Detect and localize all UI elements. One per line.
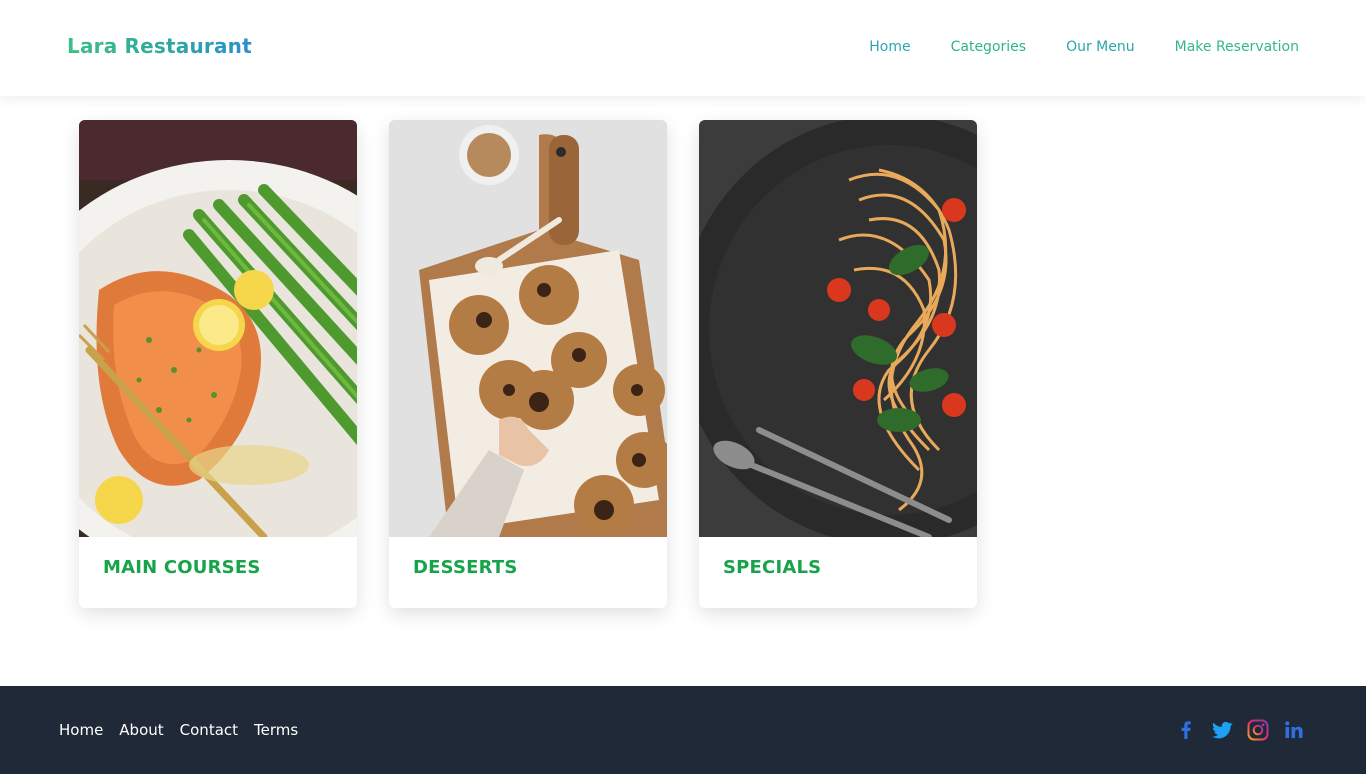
footer-home-link[interactable]: Home bbox=[59, 721, 103, 739]
twitter-icon[interactable] bbox=[1210, 718, 1234, 742]
instagram-icon[interactable] bbox=[1246, 718, 1270, 742]
social-links bbox=[1174, 718, 1306, 742]
nav-categories-link[interactable]: Categories bbox=[951, 39, 1026, 55]
category-title: DESSERTS bbox=[413, 557, 518, 578]
category-title: MAIN COURSES bbox=[103, 557, 261, 578]
category-card-main-courses[interactable]: MAIN COURSES bbox=[79, 120, 357, 608]
brand-logo[interactable]: Lara Restaurant bbox=[67, 34, 252, 58]
specials-image bbox=[699, 120, 977, 537]
footer-nav: Home About Contact Terms bbox=[59, 721, 298, 739]
nav-home-link[interactable]: Home bbox=[869, 39, 910, 55]
footer-contact-link[interactable]: Contact bbox=[180, 721, 238, 739]
site-footer: Home About Contact Terms bbox=[0, 686, 1366, 774]
desserts-image bbox=[389, 120, 667, 537]
category-card-specials[interactable]: SPECIALS bbox=[699, 120, 977, 608]
category-card-desserts[interactable]: DESSERTS bbox=[389, 120, 667, 608]
site-header: Lara Restaurant Home Categories Our Menu… bbox=[0, 0, 1366, 96]
linkedin-icon[interactable] bbox=[1282, 718, 1306, 742]
footer-terms-link[interactable]: Terms bbox=[254, 721, 298, 739]
footer-about-link[interactable]: About bbox=[119, 721, 163, 739]
nav-make-reservation-link[interactable]: Make Reservation bbox=[1175, 39, 1299, 55]
facebook-icon[interactable] bbox=[1174, 718, 1198, 742]
main-courses-image bbox=[79, 120, 357, 537]
category-title: SPECIALS bbox=[723, 557, 822, 578]
main-nav: Home Categories Our Menu Make Reservatio… bbox=[869, 39, 1299, 55]
nav-our-menu-link[interactable]: Our Menu bbox=[1066, 39, 1135, 55]
